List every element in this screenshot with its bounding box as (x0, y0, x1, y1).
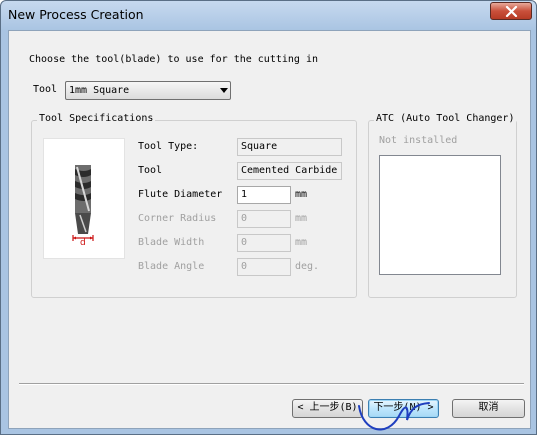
tool-diagram: d (43, 138, 125, 259)
cancel-button[interactable]: 取消 (452, 399, 525, 418)
corner-radius-unit: mm (295, 213, 308, 224)
blade-width-input: 0 (237, 234, 291, 252)
flute-diameter-label: Flute Diameter (138, 189, 223, 200)
blade-width-label: Blade Width (138, 237, 205, 248)
blade-angle-input: 0 (237, 258, 291, 276)
tool-label: Tool (33, 84, 58, 95)
close-icon (505, 6, 518, 17)
instruction-text: Choose the tool(blade) to use for the cu… (29, 54, 318, 65)
tool-material-label: Tool (138, 165, 163, 176)
corner-radius-input: 0 (237, 210, 291, 228)
dialog-client-area: Choose the tool(blade) to use for the cu… (8, 30, 531, 429)
window-title: New Process Creation (8, 7, 144, 22)
flute-diameter-input[interactable]: 1 (237, 186, 291, 204)
tool-dropdown-value: 1mm Square (69, 85, 130, 96)
tool-type-label: Tool Type: (138, 141, 199, 152)
annotation-scribble (358, 402, 430, 431)
corner-radius-label: Corner Radius (138, 213, 217, 224)
chevron-down-icon (220, 88, 228, 93)
blade-width-unit: mm (295, 237, 308, 248)
tool-type-field: Square (237, 138, 342, 156)
close-button[interactable] (490, 2, 532, 20)
tool-specifications-title: Tool Specifications (37, 113, 156, 124)
blade-angle-label: Blade Angle (138, 261, 205, 272)
title-bar[interactable]: New Process Creation (1, 1, 538, 29)
tool-material-field: Cemented Carbide (237, 162, 342, 180)
flute-diameter-unit: mm (295, 189, 308, 200)
diameter-label: d (80, 238, 86, 248)
atc-tool-list[interactable] (379, 155, 501, 275)
button-separator (19, 383, 524, 385)
atc-group-title: ATC (Auto Tool Changer) (374, 113, 517, 124)
atc-status: Not installed (379, 135, 458, 146)
dialog-window: New Process Creation Choose the tool(bla… (0, 0, 537, 435)
blade-angle-unit: deg. (295, 261, 320, 272)
tool-dropdown[interactable]: 1mm Square (65, 81, 231, 100)
